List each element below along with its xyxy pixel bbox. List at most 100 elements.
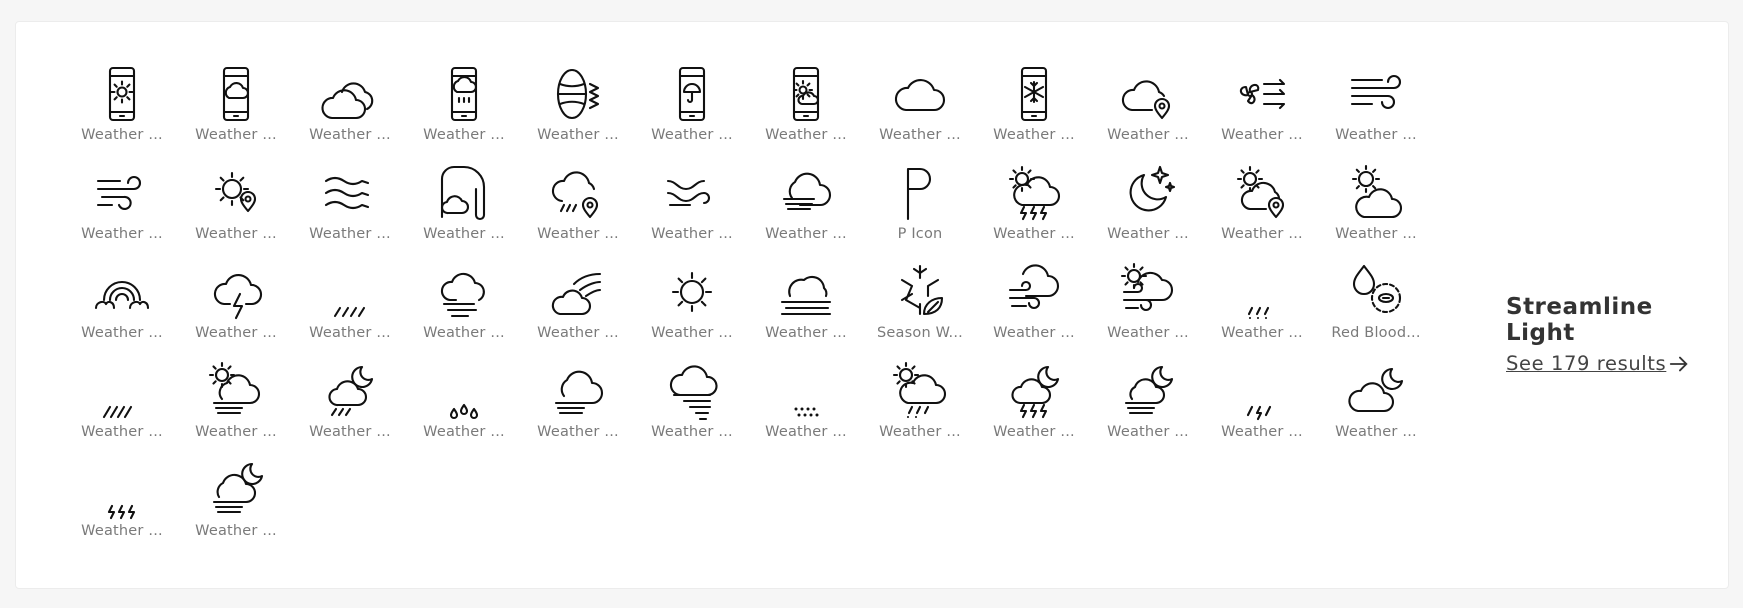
cloud-wind-icon [1008,264,1060,310]
icon-tile[interactable]: Weather ... [293,357,407,456]
icon-tile[interactable]: Weather ... [1319,60,1433,159]
icon-tile[interactable]: Weather ... [1091,258,1205,357]
icon-label: Weather ... [195,424,277,440]
cloud-lightning-icon [213,273,263,320]
icon-tile[interactable]: Weather ... [407,258,521,357]
icon-tile[interactable]: Weather ... [293,159,407,258]
fan-wind-icon [1239,78,1286,110]
icon-tile[interactable]: Weather ... [977,258,1091,357]
icon-label: Weather ... [309,325,391,341]
cloud-haze-icon [782,172,832,211]
icon-label: Weather ... [423,127,505,143]
icon-tile[interactable]: Weather ... [179,456,293,555]
icon-tile[interactable]: M22 44h26a10 10 0 0 0 0-20a13 13 0 0 0-2… [407,357,521,456]
cloud-rain-icon: M22 44h26a10 10 0 0 0 0-20a13 13 0 0 0-2… [333,306,366,318]
snowflake-leaf-icon [900,264,944,316]
icon-label: Weather ... [879,424,961,440]
icon-tile[interactable]: Weather ... [1091,159,1205,258]
icon-tile[interactable]: M22 44h26a10 10 0 0 0 0-20a13 13 0 0 0-2… [293,258,407,357]
sun-icon [671,271,713,313]
icon-tile[interactable]: Weather ... [521,357,635,456]
icon-tile[interactable]: Weather ... [179,159,293,258]
icon-tile[interactable]: Weather ... [635,159,749,258]
icon-label: Weather ... [1107,424,1189,440]
waves-wind-icon [324,176,370,210]
icon-tile[interactable]: Weather ... [749,159,863,258]
icon-tile[interactable]: Weather ... [1091,357,1205,456]
icon-tile[interactable]: M22 44h26a10 10 0 0 0 0-20a13 13 0 0 0-2… [65,357,179,456]
icon-tile[interactable]: Red Blood... [1319,258,1433,357]
icon-tile[interactable]: P Icon [863,159,977,258]
see-results-link[interactable]: See 179 results [1506,352,1728,375]
icon-tile[interactable]: Weather ... [65,60,179,159]
icon-tile[interactable]: Season W... [863,258,977,357]
icon-tile[interactable]: Weather ... [1205,159,1319,258]
moon-cloud-fog-icon [1124,365,1174,415]
icon-tile[interactable]: Weather ... [977,159,1091,258]
icon-tile[interactable]: Weather ... [635,258,749,357]
icon-tile[interactable]: M22 44h26a10 10 0 0 0 0-20a13 13 0 0 0-2… [1205,357,1319,456]
icon-label: Weather ... [765,325,847,341]
icon-tile[interactable]: Weather ... [521,159,635,258]
moon-cloud-storm-icon [1011,365,1060,419]
icon-tile[interactable]: Weather ... [179,60,293,159]
blood-cell-drop-icon [1352,264,1402,314]
cloud-sleet-icon: M22 44h26a10 10 0 0 0 0-20a13 13 0 0 0-2… [1247,306,1270,320]
icon-tile[interactable]: Weather ... [179,357,293,456]
icon-tile[interactable]: Weather ... [521,258,635,357]
icon-label: Weather ... [651,424,733,440]
icon-tile[interactable]: Weather ... [179,258,293,357]
icon-tile[interactable]: Weather ... [977,357,1091,456]
icon-tile[interactable]: Weather ... [863,60,977,159]
icon-grid: Weather ... Weather ... Weather ... Weather… [65,60,1433,555]
cloud-location-icon [1121,80,1171,120]
icon-tile[interactable]: Weather ... [977,60,1091,159]
icon-label: Weather ... [537,127,619,143]
icon-label: Weather ... [195,523,277,539]
letter-p-icon [906,167,932,221]
moon-cloud-haze-icon [212,462,264,514]
cloud-storm-rain-icon: M22 44h26a10 10 0 0 0 0-20a13 13 0 0 0-2… [1246,405,1272,421]
icon-tile[interactable]: Weather ... [65,258,179,357]
icon-label: Weather ... [1335,226,1417,242]
icon-tile[interactable]: Weather ... [749,60,863,159]
icon-label: Weather ... [765,226,847,242]
icon-label: Weather ... [651,325,733,341]
icon-tile[interactable]: Weather ... [407,60,521,159]
icon-tile[interactable]: M22 44h26a10 10 0 0 0 0-20a13 13 0 0 0-2… [65,456,179,555]
icon-label: Weather ... [195,226,277,242]
icon-tile[interactable]: Weather ... [1319,357,1433,456]
double-cloud-icon [321,82,374,120]
wind-gust-icon [666,179,710,207]
icon-tile[interactable]: Weather ... [863,357,977,456]
icon-label: Weather ... [1107,325,1189,341]
icon-tile[interactable]: Weather ... [635,60,749,159]
icon-label: Weather ... [81,523,163,539]
icon-label: Weather ... [993,424,1075,440]
icon-tile[interactable]: Weather ... [1091,60,1205,159]
sun-cloud-wind-icon [1120,262,1174,312]
wind-globe-icon [556,68,600,120]
icon-label: Weather ... [195,127,277,143]
icon-tile[interactable]: Weather ... [407,159,521,258]
phone-snowflake-icon [1020,66,1048,122]
icon-tile[interactable]: Weather ... [1205,60,1319,159]
icon-label: Weather ... [81,424,163,440]
icon-label: Weather ... [1221,424,1303,440]
phone-sun-icon [108,66,136,122]
icon-label: Weather ... [309,127,391,143]
icon-tile[interactable]: M22 44h26a10 10 0 0 0 0-20a13 13 0 0 0-2… [1205,258,1319,357]
icon-tile[interactable]: Weather ... [521,60,635,159]
icon-label: Weather ... [1107,127,1189,143]
icon-tile[interactable]: M22 44h26a10 10 0 0 0 0-20a13 13 0 0 0-2… [749,357,863,456]
icon-tile[interactable]: Weather ... [293,60,407,159]
icon-label: Weather ... [1107,226,1189,242]
icon-tile[interactable]: Weather ... [1319,159,1433,258]
rainbow-icon [94,280,150,310]
icon-label: Weather ... [1335,424,1417,440]
icon-tile[interactable]: Weather ... [65,159,179,258]
icon-tile[interactable]: Weather ... [635,357,749,456]
icon-tile[interactable]: Weather ... [749,258,863,357]
icon-label: Weather ... [993,325,1075,341]
arrow-right-icon [1670,356,1688,371]
